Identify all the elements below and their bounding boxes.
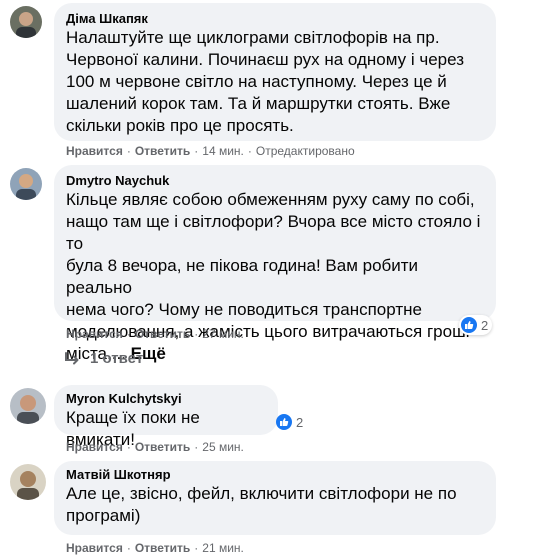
reaction-summary[interactable]: 2	[459, 315, 493, 335]
comment-text-line: була 8 вечора, не пікова година! Вам роб…	[66, 256, 419, 297]
reply-button[interactable]: Ответить	[135, 327, 190, 341]
reaction-summary[interactable]: 2	[276, 414, 303, 430]
reply-button[interactable]: Ответить	[135, 144, 190, 158]
replies-label[interactable]: 1 ответ	[90, 350, 143, 367]
reaction-count: 2	[296, 414, 304, 430]
comment-time[interactable]: 21 мин.	[202, 541, 244, 555]
comment-text-line: нема чого? Чому не поводиться транспортн…	[66, 300, 422, 319]
comment-actions: Нравится · Ответить · 14 мин. · Отредактирован…	[66, 144, 355, 158]
comment-author[interactable]: Діма Шкапяк	[66, 11, 484, 27]
comment-text-line: Червоної калини. Починаєш рух на одному …	[66, 50, 465, 69]
comment-text-line: скільки років про це просять.	[66, 116, 294, 135]
avatar[interactable]	[10, 388, 46, 424]
comment-author[interactable]: Myron Kulchytskyi	[66, 391, 266, 407]
like-icon	[461, 317, 477, 333]
like-button[interactable]: Нравится	[66, 440, 123, 454]
comment-bubble: Dmytro Naychuk Кільце являє собою обмеже…	[54, 165, 496, 363]
comment-bubble: Діма Шкапяк Налаштуйте ще циклограми сві…	[54, 3, 496, 141]
comment-text-line: Кільце являє собою обмеженням руху саму …	[66, 190, 475, 209]
comment-text-line: Але це, звісно, фейл, включити світлофор…	[66, 484, 457, 503]
like-button[interactable]: Нравится	[66, 144, 123, 158]
comment-time[interactable]: 25 мин.	[202, 440, 244, 454]
comment-bubble: Myron Kulchytskyi Краще їх поки не вмика…	[54, 385, 278, 449]
like-button[interactable]: Нравится	[66, 327, 123, 341]
comment-text-line: програмі)	[66, 506, 141, 525]
comment-time[interactable]: 14 мин.	[202, 144, 244, 158]
comment-actions: Нравится · Ответить · 27 мин.	[66, 327, 244, 341]
avatar[interactable]	[10, 464, 46, 500]
comment-author[interactable]: Dmytro Naychuk	[66, 173, 484, 189]
reply-button[interactable]: Ответить	[135, 541, 190, 555]
comment-text-line: Налаштуйте ще циклограми світлофорів на …	[66, 28, 440, 47]
comment-time[interactable]: 27 мин.	[202, 327, 244, 341]
comment-text-line: шалений корок там. Та й маршрутки стоять…	[66, 94, 451, 113]
edited-label: Отредактировано	[255, 144, 355, 158]
comment-text-line: нащо там ще і світлофори? Вчора все міст…	[66, 212, 481, 253]
reply-button[interactable]: Ответить	[135, 440, 190, 454]
comment-actions: Нравится · Ответить · 25 мин.	[66, 440, 244, 454]
avatar[interactable]	[10, 6, 42, 38]
view-replies-link[interactable]: 1 ответ	[64, 350, 143, 367]
like-icon	[276, 414, 292, 430]
reply-arrow-icon	[65, 351, 79, 364]
avatar[interactable]	[10, 168, 42, 200]
comment-bubble: Матвій Шкотняр Але це, звісно, фейл, вкл…	[54, 461, 496, 535]
comment-text-line: 100 м червоне світло на наступному. Чере…	[66, 72, 447, 91]
comment-actions: Нравится · Ответить · 21 мин.	[66, 541, 244, 555]
reaction-count: 2	[481, 317, 489, 333]
comment-author[interactable]: Матвій Шкотняр	[66, 467, 484, 483]
like-button[interactable]: Нравится	[66, 541, 123, 555]
